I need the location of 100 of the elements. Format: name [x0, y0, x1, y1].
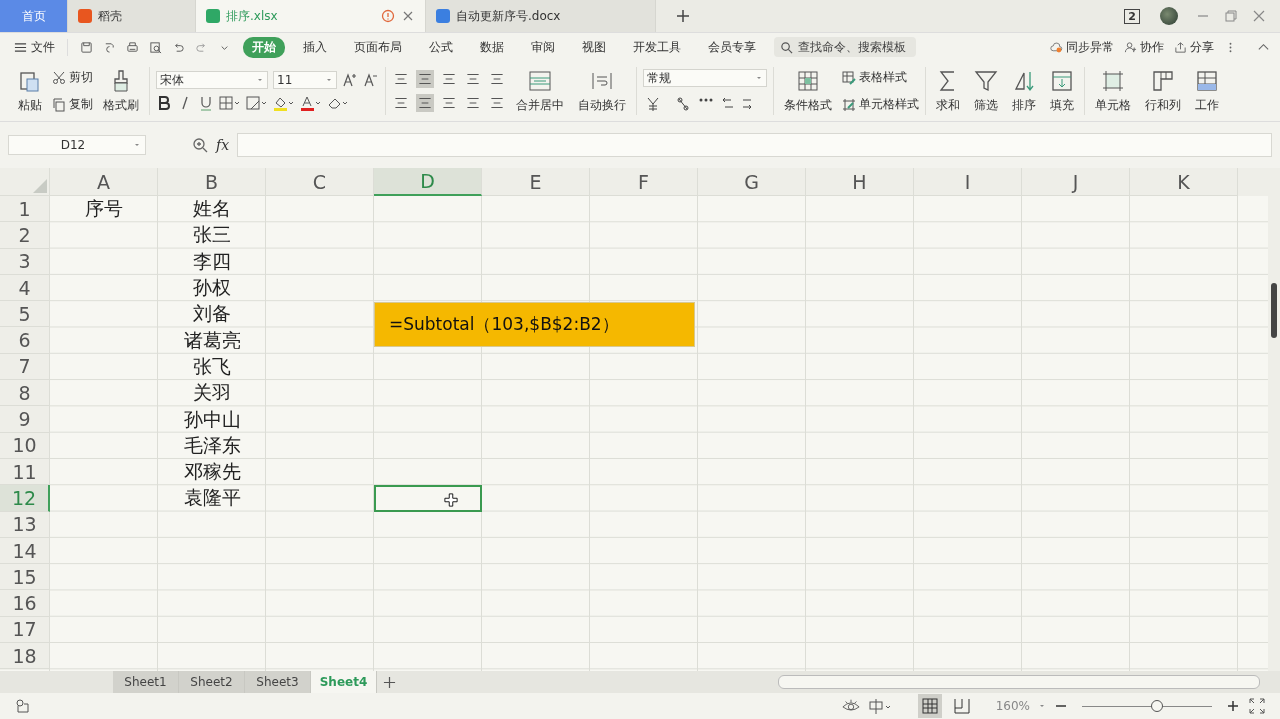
table-style-button[interactable]: 表格样式: [842, 69, 919, 86]
name-box[interactable]: D12: [8, 135, 146, 155]
column-header[interactable]: A: [50, 168, 158, 196]
font-color-icon[interactable]: [300, 95, 322, 111]
column-header[interactable]: E: [482, 168, 590, 196]
close-icon[interactable]: [1252, 9, 1266, 23]
scrollbar-thumb[interactable]: [1271, 283, 1277, 338]
ribbon-tab[interactable]: 视图: [573, 36, 615, 58]
column-header[interactable]: C: [266, 168, 374, 196]
row-header[interactable]: 15: [0, 564, 50, 591]
copy-button[interactable]: 复制: [52, 96, 93, 113]
table-cell-text: 张飞: [192, 353, 232, 379]
zoom-icon[interactable]: [192, 137, 208, 153]
ribbon-tab[interactable]: 页面布局: [345, 36, 411, 58]
sheet-tab[interactable]: Sheet3: [245, 671, 311, 693]
row-header[interactable]: 17: [0, 616, 50, 644]
ribbon-tab[interactable]: 插入: [294, 36, 336, 58]
conditional-format-button[interactable]: 条件格式: [780, 68, 836, 114]
close-icon[interactable]: [401, 9, 415, 23]
ribbon-tab[interactable]: 开发工具: [624, 36, 690, 58]
filter-button[interactable]: 筛选: [970, 68, 1002, 114]
row-header[interactable]: 1: [0, 196, 50, 223]
column-header[interactable]: B: [158, 168, 266, 196]
sum-button[interactable]: 求和: [932, 68, 964, 114]
cell-button[interactable]: 单元格: [1091, 68, 1135, 114]
shrink-font-icon[interactable]: [363, 72, 379, 88]
ribbon-tab[interactable]: 数据: [471, 36, 513, 58]
normal-view-icon[interactable]: [917, 694, 942, 718]
file-tab[interactable]: 排序.xlsx: [196, 0, 426, 32]
column-header[interactable]: F: [590, 168, 698, 196]
formula-input[interactable]: [237, 133, 1272, 157]
column-header[interactable]: K: [1130, 168, 1238, 196]
sheet-tab[interactable]: Sheet2: [179, 671, 245, 693]
share-button[interactable]: 分享: [1174, 38, 1214, 56]
size-dropdown[interactable]: 11: [273, 71, 337, 89]
border-icon[interactable]: [219, 95, 241, 111]
row-header[interactable]: 9: [0, 406, 50, 433]
row-header[interactable]: 18: [0, 643, 50, 670]
row-header[interactable]: 13: [0, 511, 50, 538]
export-icon[interactable]: [103, 40, 116, 54]
row-header[interactable]: 11: [0, 458, 50, 486]
merge-center-button[interactable]: 合并居中: [512, 68, 568, 114]
column-header[interactable]: I: [914, 168, 1022, 196]
row-header[interactable]: 6: [0, 327, 50, 354]
row-header[interactable]: 7: [0, 353, 50, 381]
eye-icon[interactable]: [841, 698, 860, 714]
window-count[interactable]: 2: [1124, 8, 1140, 24]
rows-columns-button[interactable]: 行和列: [1141, 68, 1185, 114]
format-painter-button[interactable]: 格式刷: [99, 68, 143, 114]
sort-button[interactable]: 排序: [1008, 68, 1040, 114]
cell-style-button[interactable]: 单元格样式: [842, 96, 919, 113]
caret-icon[interactable]: [1038, 702, 1046, 710]
fill-color-icon[interactable]: [273, 95, 295, 111]
row-header[interactable]: 16: [0, 590, 50, 617]
number-format-dropdown[interactable]: 常规: [643, 69, 767, 87]
fill-button[interactable]: 填充: [1046, 68, 1078, 114]
macro-icon[interactable]: [14, 698, 32, 714]
underline-icon[interactable]: [198, 95, 214, 111]
input-method-icon[interactable]: [867, 698, 892, 714]
row-header[interactable]: 8: [0, 380, 50, 407]
row-header[interactable]: 14: [0, 537, 50, 565]
collab-button[interactable]: 协作: [1124, 38, 1164, 56]
font-dropdown[interactable]: 宋体: [156, 71, 268, 89]
preview-icon[interactable]: [149, 40, 162, 54]
row-header[interactable]: 10: [0, 432, 50, 459]
file-tab[interactable]: 稻壳: [68, 0, 196, 32]
print-icon[interactable]: [126, 40, 139, 54]
zoom-in-icon[interactable]: [1226, 699, 1240, 713]
align-icon[interactable]: [416, 70, 434, 88]
row-header[interactable]: 2: [0, 222, 50, 249]
save-icon[interactable]: [80, 40, 93, 54]
fullscreen-icon[interactable]: [1248, 698, 1266, 714]
column-header[interactable]: H: [806, 168, 914, 196]
file-menu[interactable]: 文件: [14, 38, 68, 56]
horizontal-scrollbar[interactable]: [778, 675, 1260, 689]
bold-icon[interactable]: [156, 95, 172, 111]
ribbon-tab[interactable]: 会员专享: [699, 36, 765, 58]
avatar-icon[interactable]: [1160, 7, 1178, 25]
ribbon-tab[interactable]: 公式: [420, 36, 462, 58]
wrap-text-button[interactable]: 自动换行: [574, 68, 630, 114]
ribbon-tab[interactable]: 审阅: [522, 36, 564, 58]
worksheet-button[interactable]: 工作: [1191, 68, 1219, 114]
search-field[interactable]: 查找命令、搜索模板: [774, 37, 916, 57]
cell-fill-icon[interactable]: [246, 95, 268, 111]
cut-button[interactable]: 剪切: [52, 69, 93, 86]
column-header[interactable]: G: [698, 168, 806, 196]
sheet-tab[interactable]: Sheet1: [113, 671, 179, 693]
column-header[interactable]: J: [1022, 168, 1130, 196]
grow-font-icon[interactable]: [342, 72, 358, 88]
sync-status[interactable]: 同步异常: [1050, 38, 1114, 56]
paste-button[interactable]: 粘贴: [14, 68, 46, 114]
row-header[interactable]: 3: [0, 248, 50, 275]
file-tab[interactable]: 自动更新序号.docx: [426, 0, 656, 32]
row-header[interactable]: 5: [0, 301, 50, 328]
align-icon[interactable]: [416, 94, 434, 112]
active-cell[interactable]: [374, 485, 482, 512]
row-header[interactable]: 4: [0, 274, 50, 302]
add-sheet-icon[interactable]: [383, 675, 396, 689]
function-button[interactable]: fx: [216, 137, 230, 153]
new-tab-icon[interactable]: [676, 9, 690, 23]
